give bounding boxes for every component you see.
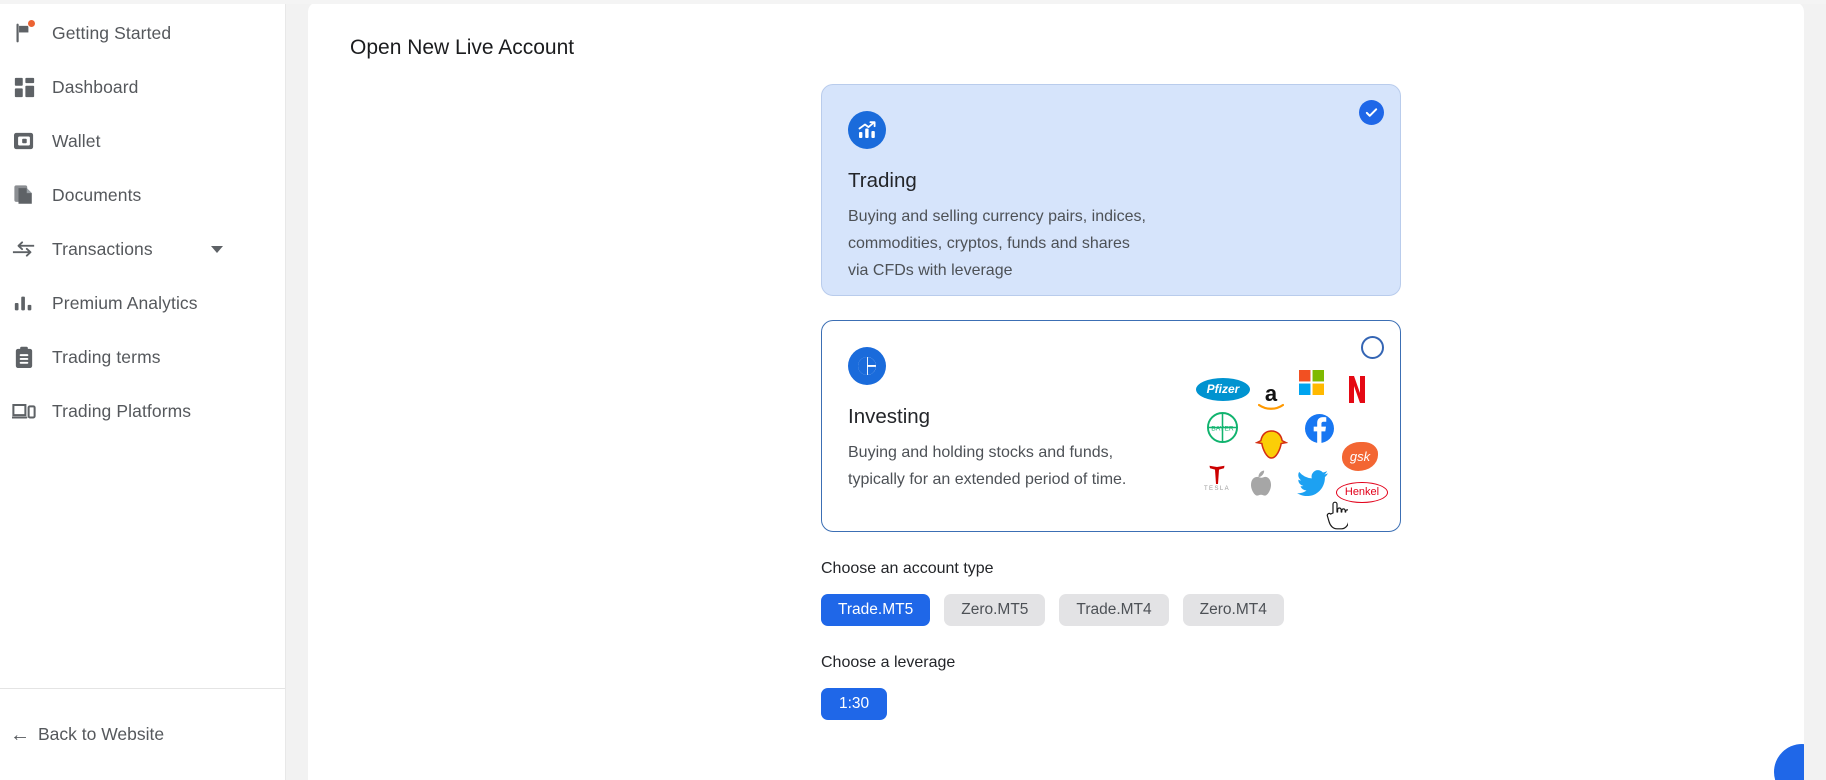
account-card-investing[interactable]: Investing Buying and holding stocks and … <box>821 320 1401 532</box>
window-top-strip <box>0 0 1826 4</box>
check-circle-filled-icon[interactable] <box>1359 100 1384 125</box>
account-cards: Trading Buying and selling currency pair… <box>821 84 1401 720</box>
account-card-trading[interactable]: Trading Buying and selling currency pair… <box>821 84 1401 296</box>
svg-text:BAYER: BAYER <box>1211 425 1234 432</box>
chevron-down-icon[interactable] <box>211 245 223 253</box>
sidebar-footer: ← Back to Website <box>0 688 285 780</box>
account-type-option-zero-mt5[interactable]: Zero.MT5 <box>944 594 1046 626</box>
chart-growth-icon <box>848 111 886 149</box>
account-type-option-zero-mt4[interactable]: Zero.MT4 <box>1182 594 1284 626</box>
clipboard-icon <box>8 341 40 373</box>
sidebar: Getting Started Dashboard Wallet Documen… <box>0 0 286 780</box>
sidebar-item-premium-analytics[interactable]: Premium Analytics <box>0 276 285 330</box>
sidebar-item-wallet[interactable]: Wallet <box>0 114 285 168</box>
logo-facebook <box>1304 413 1334 443</box>
sidebar-item-trading-platforms[interactable]: Trading Platforms <box>0 384 285 438</box>
account-type-option-trade-mt5[interactable]: Trade.MT5 <box>821 594 931 626</box>
card-description: Buying and selling currency pairs, indic… <box>848 208 1146 279</box>
back-to-website-link[interactable]: ← Back to Website <box>10 724 164 745</box>
sidebar-item-trading-terms[interactable]: Trading terms <box>0 330 285 384</box>
back-to-website-label: Back to Website <box>38 724 165 744</box>
account-type-option-trade-mt4[interactable]: Trade.MT4 <box>1059 594 1169 626</box>
documents-icon <box>8 179 40 211</box>
leverage-label: Choose a leverage <box>821 654 956 671</box>
sidebar-item-label: Trading Platforms <box>52 400 192 421</box>
sidebar-item-dashboard[interactable]: Dashboard <box>0 60 285 114</box>
page-title: Open New Live Account <box>350 36 575 59</box>
sidebar-item-documents[interactable]: Documents <box>0 168 285 222</box>
card-title: Trading <box>848 169 917 192</box>
leverage-options: 1:30 <box>821 688 1401 720</box>
dashboard-grid-icon <box>8 71 40 103</box>
transfer-arrows-icon <box>8 233 40 265</box>
sidebar-item-label: Premium Analytics <box>52 292 198 313</box>
sidebar-item-getting-started[interactable]: Getting Started <box>0 6 285 60</box>
leverage-option-selected[interactable]: 1:30 <box>821 688 888 720</box>
chat-bubble-icon[interactable] <box>1774 744 1804 780</box>
logo-twitter <box>1296 469 1328 497</box>
bar-chart-icon <box>8 287 40 319</box>
logo-microsoft <box>1298 369 1324 395</box>
logo-tesla: TESLA <box>1200 461 1234 495</box>
account-type-options: Trade.MT5 Zero.MT5 Trade.MT4 Zero.MT4 <box>821 594 1401 626</box>
radio-empty-icon[interactable] <box>1361 336 1384 359</box>
investing-brand-logos: Pfizer a BAYER gsk TESLA Henkel <box>1192 369 1388 504</box>
logo-gsk: gsk <box>1342 441 1378 471</box>
content-panel: Open New Live Account Trading Buying and… <box>308 2 1804 780</box>
main-area: Open New Live Account Trading Buying and… <box>286 0 1826 780</box>
logo-shell <box>1254 429 1288 459</box>
logo-henkel: Henkel <box>1336 481 1388 503</box>
pie-chart-icon <box>848 347 886 385</box>
logo-amazon: a <box>1254 382 1288 411</box>
app-root: Getting Started Dashboard Wallet Documen… <box>0 0 1826 780</box>
wallet-icon <box>8 125 40 157</box>
logo-apple <box>1248 469 1274 499</box>
logo-bayer: BAYER <box>1206 411 1238 443</box>
sidebar-item-label: Documents <box>52 184 142 205</box>
sidebar-item-label: Trading terms <box>52 346 161 367</box>
devices-icon <box>8 395 40 427</box>
sidebar-item-label: Wallet <box>52 130 101 151</box>
notification-badge <box>27 19 36 28</box>
sidebar-item-label: Transactions <box>52 238 153 259</box>
card-description: Buying and holding stocks and funds, typ… <box>848 444 1127 488</box>
sidebar-item-transactions[interactable]: Transactions <box>0 222 285 276</box>
arrow-left-icon: ← <box>10 723 30 746</box>
sidebar-item-label: Dashboard <box>52 76 139 97</box>
flag-icon <box>8 17 40 49</box>
sidebar-item-label: Getting Started <box>52 22 172 43</box>
logo-pfizer: Pfizer <box>1196 377 1250 401</box>
logo-netflix <box>1347 375 1367 403</box>
account-type-label: Choose an account type <box>821 560 994 577</box>
